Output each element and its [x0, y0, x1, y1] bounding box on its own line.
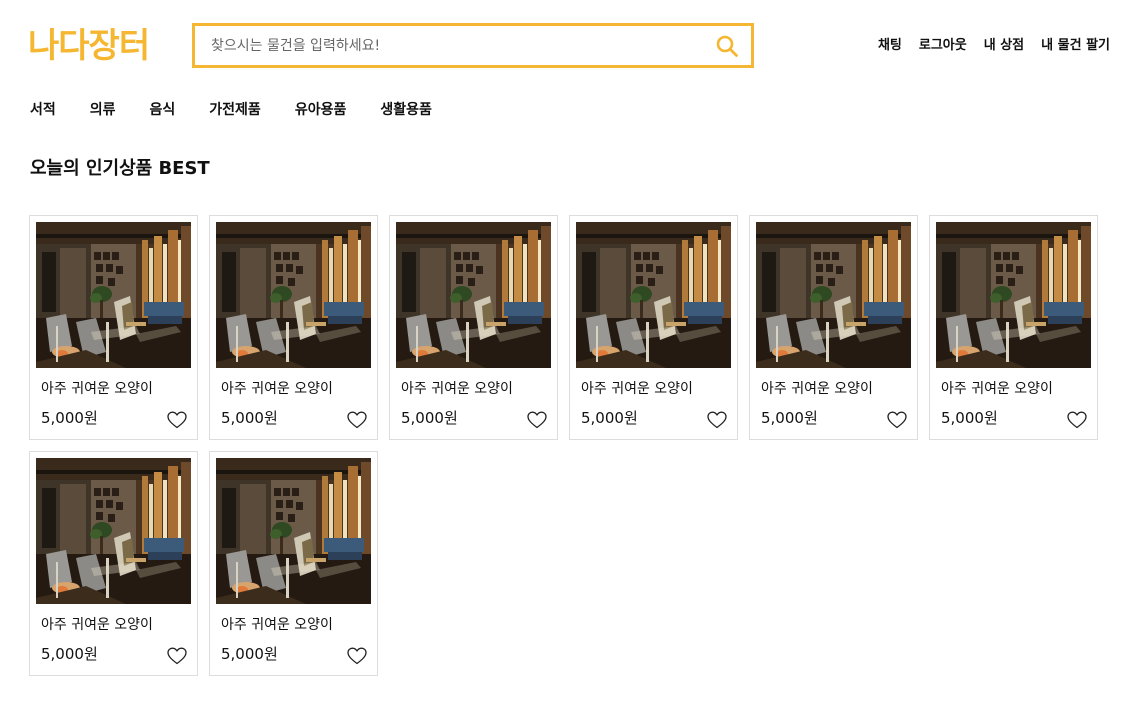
product-title[interactable]: 아주 귀여운 오양이	[941, 379, 1053, 399]
product-price: 5,000원	[401, 409, 458, 427]
product-card[interactable]: 아주 귀여운 오양이 5,000원	[929, 215, 1098, 440]
product-image[interactable]	[216, 458, 371, 604]
product-price: 5,000원	[581, 409, 638, 427]
section-title: 오늘의 인기상품 BEST	[30, 158, 210, 179]
product-price: 5,000원	[41, 645, 98, 663]
product-price: 5,000원	[941, 409, 998, 427]
product-card[interactable]: 아주 귀여운 오양이 5,000원	[209, 451, 378, 676]
sell-item-link[interactable]: 내 물건 팔기	[1041, 36, 1110, 56]
logout-link[interactable]: 로그아웃	[919, 36, 967, 56]
heart-icon[interactable]	[167, 411, 187, 429]
product-card[interactable]: 아주 귀여운 오양이 5,000원	[29, 451, 198, 676]
product-image[interactable]	[396, 222, 551, 368]
product-title[interactable]: 아주 귀여운 오양이	[761, 379, 873, 399]
category-books[interactable]: 서적	[30, 100, 56, 120]
product-price: 5,000원	[221, 645, 278, 663]
product-image[interactable]	[936, 222, 1091, 368]
product-price: 5,000원	[761, 409, 818, 427]
heart-icon[interactable]	[527, 411, 547, 429]
category-food[interactable]: 음식	[150, 100, 176, 120]
product-image[interactable]	[576, 222, 731, 368]
search-input[interactable]	[195, 26, 695, 65]
product-card[interactable]: 아주 귀여운 오양이 5,000원	[749, 215, 918, 440]
heart-icon[interactable]	[887, 411, 907, 429]
product-card[interactable]: 아주 귀여운 오양이 5,000원	[29, 215, 198, 440]
category-clothing[interactable]: 의류	[90, 100, 116, 120]
category-nav: 서적 의류 음식 가전제품 유아용품 생활용품	[30, 100, 432, 120]
my-store-link[interactable]: 내 상점	[984, 36, 1024, 56]
heart-icon[interactable]	[707, 411, 727, 429]
product-card[interactable]: 아주 귀여운 오양이 5,000원	[389, 215, 558, 440]
search-bar	[192, 23, 754, 68]
category-electronics[interactable]: 가전제품	[209, 100, 261, 120]
category-living[interactable]: 생활용품	[380, 100, 432, 120]
category-baby[interactable]: 유아용품	[295, 100, 347, 120]
product-image[interactable]	[756, 222, 911, 368]
top-nav: 채팅 로그아웃 내 상점 내 물건 팔기	[878, 36, 1110, 56]
product-title[interactable]: 아주 귀여운 오양이	[581, 379, 693, 399]
heart-icon[interactable]	[167, 647, 187, 665]
header: 나다장터 채팅 로그아웃 내 상점 내 물건 팔기	[0, 0, 1134, 90]
product-title[interactable]: 아주 귀여운 오양이	[41, 379, 153, 399]
chat-link[interactable]: 채팅	[878, 36, 902, 56]
product-image[interactable]	[216, 222, 371, 368]
product-grid: 아주 귀여운 오양이 5,000원 아주 귀여운 오양이 5,000원 아주 귀…	[29, 215, 1109, 676]
heart-icon[interactable]	[347, 647, 367, 665]
product-image[interactable]	[36, 222, 191, 368]
logo[interactable]: 나다장터	[28, 24, 150, 68]
product-card[interactable]: 아주 귀여운 오양이 5,000원	[569, 215, 738, 440]
product-title[interactable]: 아주 귀여운 오양이	[221, 615, 333, 635]
product-title[interactable]: 아주 귀여운 오양이	[221, 379, 333, 399]
heart-icon[interactable]	[347, 411, 367, 429]
product-title[interactable]: 아주 귀여운 오양이	[401, 379, 513, 399]
product-price: 5,000원	[41, 409, 98, 427]
product-price: 5,000원	[221, 409, 278, 427]
product-image[interactable]	[36, 458, 191, 604]
heart-icon[interactable]	[1067, 411, 1087, 429]
product-title[interactable]: 아주 귀여운 오양이	[41, 615, 153, 635]
search-icon[interactable]	[715, 34, 739, 58]
product-card[interactable]: 아주 귀여운 오양이 5,000원	[209, 215, 378, 440]
